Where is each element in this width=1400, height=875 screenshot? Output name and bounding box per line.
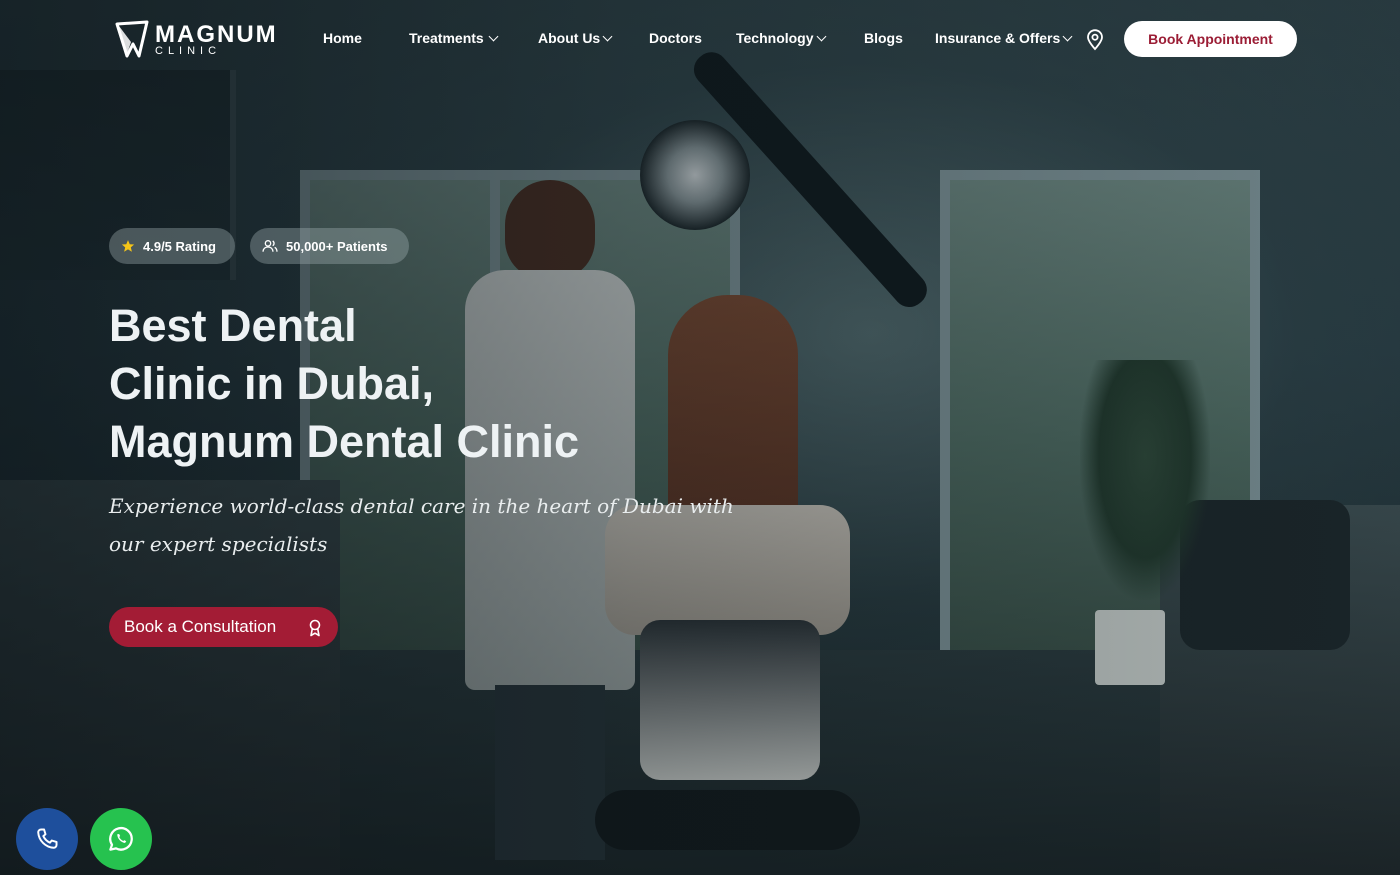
whatsapp-button[interactable] (90, 808, 152, 870)
hero-title: Best Dental Clinic in Dubai, Magnum Dent… (109, 297, 729, 471)
nav-item-technology[interactable]: Technology (736, 30, 826, 46)
patients-text: 50,000+ Patients (286, 238, 388, 254)
book-consultation-label: Book a Consultation (124, 617, 277, 636)
nav-item-label: About Us (538, 30, 601, 46)
nav-item-label: Blogs (864, 30, 903, 46)
hero-title-line: Clinic in Dubai, (109, 358, 435, 409)
nav-item-label: Insurance & Offers (935, 30, 1061, 46)
hero-subtitle-line: our expert specialists (109, 532, 328, 556)
tooth-icon (115, 20, 149, 58)
nav-item-blogs[interactable]: Blogs (864, 30, 903, 46)
users-icon (262, 240, 278, 252)
nav-item-label: Technology (736, 30, 814, 46)
nav-item-treatments[interactable]: Treatments (409, 30, 499, 46)
hero-subtitle: Experience world-class dental care in th… (109, 487, 734, 563)
nav-item-home[interactable]: Home (323, 30, 362, 46)
rating-text: 4.9/5 Rating (143, 238, 216, 254)
chevron-down-icon (1062, 31, 1073, 42)
brand-tagline: CLINIC (155, 45, 222, 57)
chevron-down-icon (602, 31, 613, 42)
map-pin-icon[interactable] (1085, 29, 1105, 51)
patients-badge: 50,000+ Patients (250, 228, 409, 264)
hero-subtitle-line: Experience world-class dental care in th… (109, 494, 734, 518)
nav-item-doctors[interactable]: Doctors (649, 30, 702, 46)
whatsapp-icon (109, 827, 133, 851)
nav-item-label: Treatments (409, 30, 484, 46)
call-button[interactable] (16, 808, 78, 870)
site-header: MAGNUM CLINIC Home Treatments About Us D… (0, 0, 1400, 78)
book-appointment-button[interactable]: Book Appointment (1124, 21, 1297, 57)
hero-title-line: Best Dental (109, 300, 357, 351)
phone-icon (37, 828, 58, 849)
nav-item-about-us[interactable]: About Us (538, 30, 613, 46)
nav-item-insurance-offers[interactable]: Insurance & Offers (935, 30, 1073, 46)
star-icon (121, 240, 135, 252)
brand-logo[interactable]: MAGNUM CLINIC (113, 20, 276, 60)
chevron-down-icon (488, 31, 499, 42)
nav-item-label: Home (323, 30, 362, 46)
award-icon (309, 619, 321, 637)
rating-badge: 4.9/5 Rating (109, 228, 235, 264)
chevron-down-icon (816, 31, 826, 42)
hero-title-line: Magnum Dental Clinic (109, 416, 580, 467)
nav-item-label: Doctors (649, 30, 702, 46)
book-consultation-button[interactable]: Book a Consultation (109, 607, 338, 647)
